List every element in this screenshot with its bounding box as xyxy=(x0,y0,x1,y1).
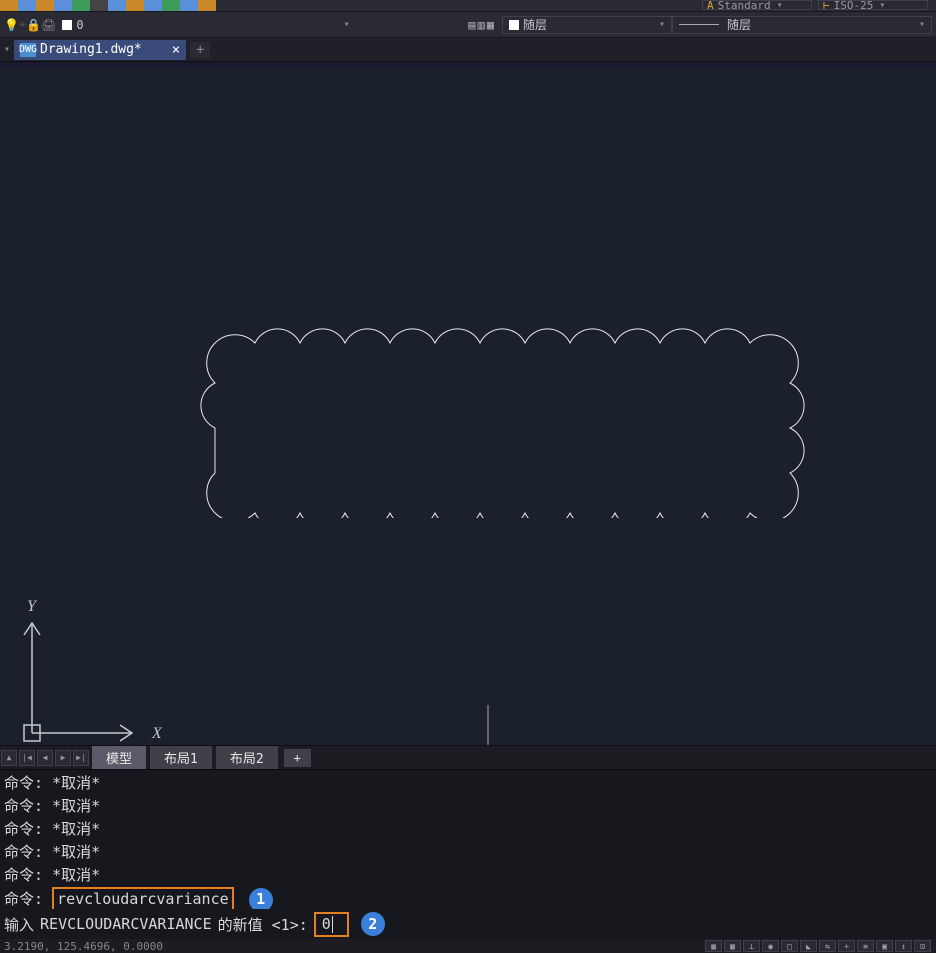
command-input[interactable]: 0 xyxy=(314,912,349,937)
lwt-button[interactable]: + xyxy=(838,940,855,952)
ortho-button[interactable]: ⊥ xyxy=(743,940,760,952)
cmd-line: 命令: *取消* xyxy=(4,818,932,841)
chevron-down-icon: ▾ xyxy=(879,0,885,11)
document-tab[interactable]: DWG Drawing1.dwg* × xyxy=(14,40,186,60)
bylayer-label-2: 随层 xyxy=(727,16,751,33)
prompt-var: REVCLOUDARCVARIANCE xyxy=(40,915,212,933)
command-input-row: 输入 REVCLOUDARCVARIANCE 的新值 <1>: 0 2 xyxy=(0,909,936,939)
layout-next-button[interactable]: ▶ xyxy=(55,750,71,766)
layout2-tab[interactable]: 布局2 xyxy=(216,746,278,769)
icon-6[interactable] xyxy=(90,0,108,11)
prompt-text-2: 的新值 <1>: xyxy=(218,914,308,935)
dim-style-value: ISO-25 xyxy=(834,0,874,12)
open-icon[interactable] xyxy=(36,0,54,11)
print-icon[interactable]: 🖨 xyxy=(41,18,56,32)
text-style-value: Standard xyxy=(718,0,771,12)
add-layout-button[interactable]: + xyxy=(284,749,311,767)
polar-button[interactable]: ◉ xyxy=(762,940,779,952)
layout-first-button[interactable]: |◀ xyxy=(19,750,35,766)
view-tabs: ▲ |◀ ◀ ▶ ▶| 模型 布局1 布局2 + xyxy=(0,745,936,769)
new-icon[interactable] xyxy=(0,0,18,11)
paste-icon[interactable] xyxy=(198,0,216,11)
command-history: 命令: *取消* 命令: *取消* 命令: *取消* 命令: *取消* 命令: … xyxy=(0,769,936,909)
annotation-badge-2: 2 xyxy=(361,912,385,936)
save-icon[interactable] xyxy=(18,0,36,11)
lock-icon[interactable]: 🔒 xyxy=(26,18,41,32)
layer-tool-1-icon[interactable]: ▤ xyxy=(468,18,475,32)
cmd-line: 命令: *取消* xyxy=(4,841,932,864)
close-tab-icon[interactable]: × xyxy=(172,42,180,58)
new-tab-button[interactable]: + xyxy=(190,42,210,58)
crosshair-cursor xyxy=(440,693,540,753)
text-style-icon: A xyxy=(707,0,714,12)
bylayer-linetype-dropdown[interactable]: 随层 ▾ xyxy=(672,16,932,34)
layer-name: 0 xyxy=(76,18,83,32)
layer-dropdown[interactable]: 0 ▾ xyxy=(56,18,355,32)
chevron-down-icon: ▾ xyxy=(659,19,665,30)
chevron-down-icon: ▾ xyxy=(777,0,783,11)
osnap-button[interactable]: □ xyxy=(781,940,798,952)
chevron-down-icon: ▾ xyxy=(344,19,350,30)
status-bar: 3.2190, 125.4696, 0.0000 ▦ ▦ ⊥ ◉ □ ◣ ⇆ +… xyxy=(0,939,936,953)
coordinates: 3.2190, 125.4696, 0.0000 xyxy=(4,940,163,953)
command-input-value: 0 xyxy=(322,915,331,933)
cmd-line-highlighted: 命令: revcloudarcvariance 1 xyxy=(4,887,932,909)
revision-cloud xyxy=(195,308,845,518)
layer-tool-3-icon[interactable]: ▦ xyxy=(487,18,494,32)
layout-last-button[interactable]: ▶| xyxy=(73,750,89,766)
ucs-icon: X Y xyxy=(12,593,172,753)
print-icon[interactable] xyxy=(54,0,72,11)
cmd-line: 命令: *取消* xyxy=(4,772,932,795)
text-caret xyxy=(332,916,333,933)
icon-9[interactable] xyxy=(144,0,162,11)
status-btn-9[interactable]: ≡ xyxy=(857,940,874,952)
command-highlighted: revcloudarcvariance xyxy=(52,887,234,909)
text-style-dropdown[interactable]: A Standard ▾ xyxy=(702,0,812,10)
drawing-canvas[interactable]: X Y xyxy=(0,68,936,755)
style-dropdowns: A Standard ▾ ⊢ ISO-25 ▾ xyxy=(702,0,928,10)
toolbar-layers: 💡 ☀ 🔒 🖨 0 ▾ ▤ ▥ ▦ 随层 ▾ 随层 ▾ xyxy=(0,12,936,38)
linetype-preview xyxy=(679,24,719,25)
dwg-file-icon: DWG xyxy=(20,43,36,57)
model-tab[interactable]: 模型 xyxy=(92,746,146,769)
document-tab-label: Drawing1.dwg* xyxy=(40,42,142,57)
icon-5[interactable] xyxy=(72,0,90,11)
icon-7[interactable] xyxy=(108,0,126,11)
plus-icon: + xyxy=(196,42,204,58)
grid-button[interactable]: ▦ xyxy=(724,940,741,952)
svg-text:X: X xyxy=(151,725,163,742)
tab-list-toggle[interactable]: ▾ xyxy=(0,43,14,57)
svg-text:Y: Y xyxy=(27,598,38,615)
otrack-button[interactable]: ◣ xyxy=(800,940,817,952)
cmd-line: 命令: *取消* xyxy=(4,795,932,818)
layer-tool-icons: ▤ ▥ ▦ xyxy=(468,18,494,32)
status-btn-12[interactable]: ⊡ xyxy=(914,940,931,952)
layout1-tab[interactable]: 布局1 xyxy=(150,746,212,769)
cmd-line: 命令: *取消* xyxy=(4,864,932,887)
toolbar-top: A Standard ▾ ⊢ ISO-25 ▾ xyxy=(0,0,936,12)
status-btn-10[interactable]: ▣ xyxy=(876,940,893,952)
prompt-text-1: 输入 xyxy=(4,914,34,935)
copy-icon[interactable] xyxy=(180,0,198,11)
layout-prev-button[interactable]: ◀ xyxy=(37,750,53,766)
dyn-button[interactable]: ⇆ xyxy=(819,940,836,952)
dim-style-icon: ⊢ xyxy=(823,0,830,12)
snap-button[interactable]: ▦ xyxy=(705,940,722,952)
icon-8[interactable] xyxy=(126,0,144,11)
layout-up-button[interactable]: ▲ xyxy=(1,750,17,766)
bylayer-label-1: 随层 xyxy=(523,16,547,33)
bylayer-color-dropdown[interactable]: 随层 ▾ xyxy=(502,16,672,34)
color-swatch xyxy=(509,20,519,30)
status-btn-11[interactable]: ↕ xyxy=(895,940,912,952)
document-tab-row: ▾ DWG Drawing1.dwg* × + xyxy=(0,38,936,62)
chevron-down-icon: ▾ xyxy=(919,19,925,30)
sun-icon[interactable]: ☀ xyxy=(19,18,26,32)
annotation-badge-1: 1 xyxy=(249,888,273,910)
cut-icon[interactable] xyxy=(162,0,180,11)
layer-color-swatch xyxy=(62,20,72,30)
layer-tool-2-icon[interactable]: ▥ xyxy=(478,18,485,32)
dim-style-dropdown[interactable]: ⊢ ISO-25 ▾ xyxy=(818,0,928,10)
lightbulb-on-icon[interactable]: 💡 xyxy=(4,18,19,32)
